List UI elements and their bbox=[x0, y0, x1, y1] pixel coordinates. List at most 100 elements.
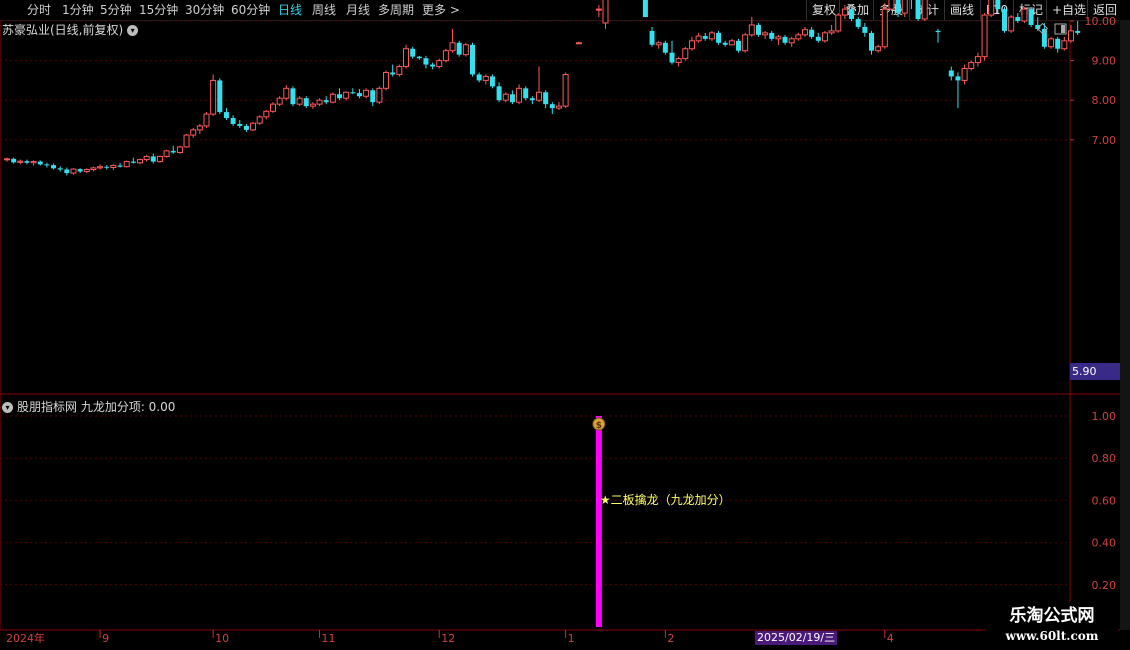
candle-body bbox=[150, 156, 156, 162]
price-tick-label: 10.00 bbox=[1085, 15, 1117, 28]
candle-body bbox=[841, 8, 848, 16]
candle-body bbox=[536, 91, 542, 101]
candle-body bbox=[935, 30, 941, 33]
candle-body bbox=[64, 169, 70, 174]
candle-body bbox=[130, 161, 136, 163]
candle-body bbox=[44, 164, 50, 166]
candle-body bbox=[376, 87, 383, 103]
candle-body bbox=[70, 168, 77, 174]
candle-body bbox=[1015, 17, 1021, 21]
candle-body bbox=[190, 129, 197, 136]
candle-body bbox=[669, 52, 675, 63]
date-tick-label: 2 bbox=[667, 632, 674, 645]
candle-body bbox=[828, 30, 835, 34]
candle-body bbox=[849, 9, 855, 20]
candle-body bbox=[762, 32, 769, 36]
candle-body bbox=[396, 66, 403, 75]
candle-body bbox=[562, 73, 569, 107]
candle-body bbox=[243, 125, 249, 130]
candle-body bbox=[901, 0, 908, 14]
date-tick-label: 9 bbox=[102, 632, 109, 645]
price-tick-label: 8.00 bbox=[1092, 94, 1117, 107]
candle-body bbox=[1055, 38, 1061, 49]
candle-body bbox=[888, 0, 895, 10]
date-tick-label: 10 bbox=[215, 632, 229, 645]
candle-body bbox=[875, 46, 882, 52]
signal-label: ★二板擒龙（九龙加分） bbox=[600, 492, 731, 507]
candle-body bbox=[974, 56, 981, 64]
candle-body bbox=[250, 122, 257, 131]
candle-body bbox=[283, 87, 290, 99]
watermark-url: www.60lt.com bbox=[1005, 629, 1099, 643]
candle-body bbox=[51, 165, 57, 169]
candle-body bbox=[343, 91, 350, 99]
candle-body bbox=[110, 165, 117, 169]
candle-body bbox=[775, 36, 782, 40]
candle-body bbox=[210, 79, 217, 115]
indicator-tick-label: 0.40 bbox=[1092, 537, 1117, 550]
candle-body bbox=[403, 48, 409, 68]
candle-body bbox=[862, 26, 868, 33]
candle-body bbox=[143, 155, 150, 161]
candle-body bbox=[37, 161, 43, 165]
candle-body bbox=[203, 113, 210, 127]
candle-body bbox=[217, 80, 223, 113]
candle-body bbox=[695, 35, 702, 42]
candle-body bbox=[1075, 30, 1081, 33]
candle-body bbox=[137, 159, 143, 164]
candle-body bbox=[90, 167, 97, 171]
candle-body bbox=[489, 76, 495, 87]
candle-body bbox=[309, 103, 316, 107]
candle-body bbox=[821, 32, 828, 42]
candle-body bbox=[742, 34, 749, 52]
candlestick-chart[interactable]: 7.008.009.0010.0011.0012.0013.0014.000.2… bbox=[0, 0, 1120, 650]
candle-body bbox=[782, 36, 788, 43]
candle-body bbox=[961, 68, 968, 81]
candle-body bbox=[1002, 9, 1007, 31]
last-price-label: 5.90 bbox=[1070, 363, 1122, 380]
candle-body bbox=[688, 40, 695, 50]
candle-body bbox=[702, 36, 708, 39]
candle-body bbox=[555, 105, 562, 109]
candle-body bbox=[1061, 40, 1068, 50]
candle-body bbox=[350, 92, 356, 94]
candle-body bbox=[24, 161, 30, 163]
candle-body bbox=[4, 158, 10, 161]
candle-body bbox=[835, 14, 842, 32]
date-tick-label: 2024年 bbox=[6, 631, 45, 645]
candle-body bbox=[176, 146, 183, 153]
candle-body bbox=[855, 19, 861, 27]
candle-body bbox=[675, 58, 682, 64]
candle-body bbox=[356, 93, 362, 97]
candle-body bbox=[543, 92, 549, 105]
candle-body bbox=[290, 88, 296, 105]
indicator-tick-label: 0.60 bbox=[1092, 494, 1117, 507]
candle-body bbox=[104, 166, 110, 168]
candle-body bbox=[981, 14, 988, 58]
candle-body bbox=[595, 8, 602, 11]
candle-body bbox=[496, 86, 502, 101]
candle-body bbox=[276, 97, 283, 105]
watermark-name: 乐淘公式网 bbox=[1009, 606, 1095, 626]
candle-body bbox=[337, 94, 342, 99]
candle-body bbox=[755, 24, 761, 35]
candle-body bbox=[1048, 38, 1055, 48]
candle-body bbox=[708, 32, 715, 40]
candle-body bbox=[296, 97, 303, 105]
signal-bar bbox=[595, 416, 602, 627]
candle-body bbox=[410, 48, 416, 57]
candle-body bbox=[303, 98, 309, 107]
candle-body bbox=[163, 150, 170, 157]
candle-body bbox=[17, 160, 24, 163]
candle-body bbox=[728, 40, 735, 46]
candle-body bbox=[895, 0, 901, 14]
candle-body bbox=[575, 42, 582, 45]
candle-body bbox=[476, 74, 482, 81]
candle-body bbox=[662, 42, 668, 53]
candle-body bbox=[682, 48, 689, 60]
candle-body bbox=[769, 32, 775, 39]
candle-body bbox=[815, 36, 821, 41]
candle-body bbox=[430, 64, 436, 67]
candle-body bbox=[881, 8, 888, 48]
candle-body bbox=[462, 44, 469, 56]
